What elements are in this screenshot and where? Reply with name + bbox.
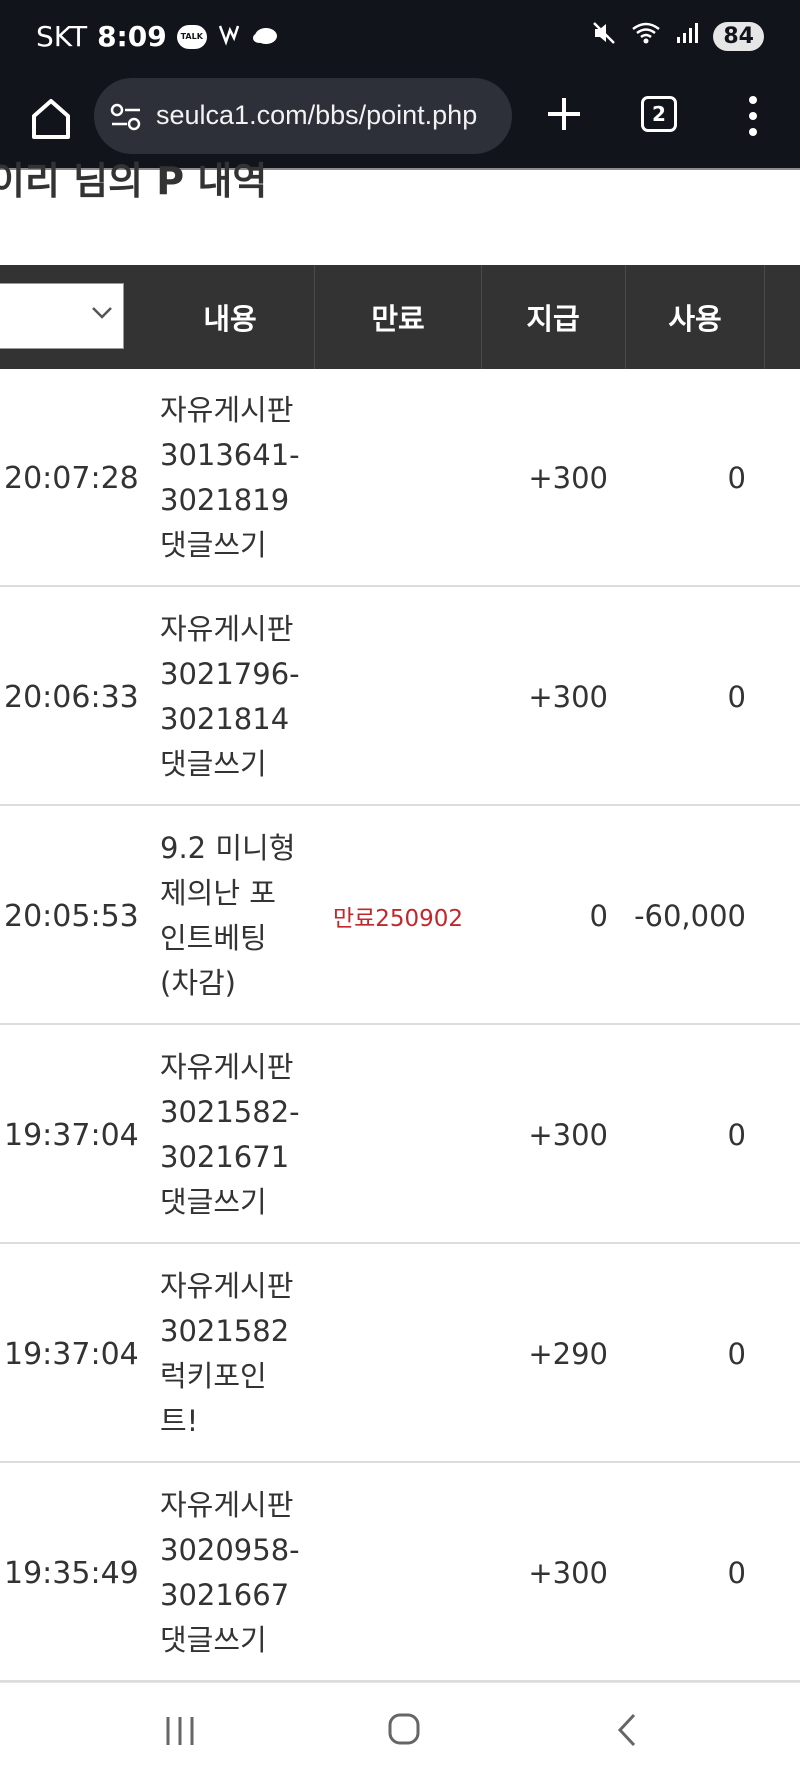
- row-content: 자유게시판 3021796- 3021814 댓글쓰기: [160, 588, 300, 806]
- home-icon[interactable]: [26, 94, 76, 144]
- content-line: 3021582-: [160, 1095, 300, 1129]
- content-line: 럭키포인: [160, 1359, 267, 1393]
- content-line: 자유게시판: [160, 1488, 294, 1522]
- status-bar: SKT 8:09 TALK 84: [0, 0, 800, 72]
- content-line: 3013641-: [160, 438, 300, 472]
- tab-count: 2: [652, 102, 666, 126]
- row-give: +300: [528, 1556, 608, 1590]
- status-right: 84: [591, 20, 764, 52]
- plus-icon[interactable]: [542, 92, 586, 136]
- row-use: 0: [727, 680, 746, 714]
- page-title: 이리 님의 P 내역: [0, 159, 268, 203]
- content-line: 9.2 미니형: [160, 831, 296, 865]
- row-give: 0: [589, 899, 608, 933]
- content-line: 댓글쓰기: [160, 528, 267, 562]
- site-settings-icon[interactable]: [110, 102, 142, 132]
- row-content: 자유게시판 3021582- 3021671 댓글쓰기: [160, 1026, 300, 1244]
- row-content: 자유게시판 3021582 럭키포인 트!: [160, 1245, 293, 1463]
- content-line: 댓글쓰기: [160, 747, 267, 781]
- cloud-icon: [251, 20, 279, 53]
- content-line: (차감): [160, 966, 236, 1000]
- chevron-down-icon: [92, 307, 112, 319]
- row-time: 19:37:04: [4, 1117, 139, 1153]
- content-line: 3020958-: [160, 1533, 300, 1567]
- talk-badge-text: TALK: [180, 32, 203, 41]
- row-time: 20:05:53: [4, 898, 139, 934]
- row-use: -60,000: [634, 899, 746, 933]
- row-time: 19:35:49: [4, 1555, 139, 1591]
- row-content: 자유게시판 3020958- 3021667 댓글쓰기: [160, 1464, 300, 1682]
- row-expire: [318, 1026, 478, 1244]
- clock: 8:09: [97, 20, 167, 53]
- recent-apps-icon[interactable]: [162, 1713, 198, 1753]
- header-content: 내용: [203, 302, 257, 336]
- home-circle-icon[interactable]: [386, 1711, 422, 1751]
- table-row: 19:37:04 자유게시판 3021582- 3021671 댓글쓰기 +30…: [0, 1026, 800, 1244]
- row-content: 9.2 미니형 제의난 포 인트베팅 (차감): [160, 807, 295, 1025]
- content-line: 자유게시판: [160, 1269, 294, 1303]
- row-give: +290: [528, 1337, 608, 1371]
- status-left: SKT 8:09 TALK: [36, 20, 279, 53]
- header-divider: [314, 265, 315, 369]
- wifi-icon: [631, 21, 661, 51]
- row-expire: 만료250902: [332, 906, 464, 932]
- content-line: 3021671: [160, 1140, 290, 1174]
- content-line: 댓글쓰기: [160, 1623, 267, 1657]
- tabs-icon[interactable]: 2: [641, 96, 677, 132]
- row-give: +300: [528, 680, 608, 714]
- table-header: 내용 만료 지급 사용: [0, 265, 800, 369]
- mute-icon: [591, 20, 617, 52]
- carrier-label: SKT: [36, 20, 88, 53]
- content-line: 3021667: [160, 1578, 290, 1612]
- header-expire: 만료: [371, 302, 425, 336]
- row-expire: [318, 369, 478, 587]
- row-give: +300: [528, 1118, 608, 1152]
- row-use: 0: [727, 1337, 746, 1371]
- date-select[interactable]: [0, 283, 124, 349]
- row-use: 0: [727, 461, 746, 495]
- row-time: 20:06:33: [4, 679, 139, 715]
- table-row: 20:05:53 9.2 미니형 제의난 포 인트베팅 (차감) 만료25090…: [0, 807, 800, 1025]
- content-line: 자유게시판: [160, 612, 294, 646]
- system-nav-bar: [0, 1682, 800, 1779]
- content-line: 3021814: [160, 702, 290, 736]
- row-use: 0: [727, 1118, 746, 1152]
- header-use: 사용: [668, 302, 722, 336]
- table-row: 19:37:04 자유게시판 3021582 럭키포인 트! +290 0: [0, 1245, 800, 1463]
- row-give: +300: [528, 461, 608, 495]
- row-time: 19:37:04: [4, 1336, 139, 1372]
- address-bar[interactable]: seulca1.com/bbs/point.php: [94, 78, 512, 154]
- back-icon[interactable]: [612, 1711, 642, 1753]
- content-line: 인트베팅: [160, 921, 267, 955]
- table-row: 20:06:33 자유게시판 3021796- 3021814 댓글쓰기 +30…: [0, 588, 800, 806]
- row-expire: [318, 1464, 478, 1682]
- signal-icon: [675, 21, 699, 51]
- content-line: 3021796-: [160, 657, 300, 691]
- header-give: 지급: [526, 302, 580, 336]
- row-time: 20:07:28: [4, 460, 139, 496]
- table-row: 19:35:49 자유게시판 3020958- 3021667 댓글쓰기 +30…: [0, 1464, 800, 1682]
- battery-indicator: 84: [713, 21, 764, 51]
- header-divider: [764, 265, 765, 369]
- content-line: 트!: [160, 1404, 199, 1438]
- more-icon[interactable]: [744, 92, 762, 140]
- vpn-icon: [217, 20, 241, 53]
- content-line: 자유게시판: [160, 393, 294, 427]
- row-expire: [318, 588, 478, 806]
- content-line: 자유게시판: [160, 1050, 294, 1084]
- content-line: 3021819: [160, 483, 290, 517]
- content-line: 제의난 포: [160, 876, 276, 910]
- row-content: 자유게시판 3013641- 3021819 댓글쓰기: [160, 369, 300, 587]
- kakaotalk-icon: TALK: [176, 24, 207, 49]
- url-text[interactable]: seulca1.com/bbs/point.php: [156, 100, 477, 131]
- content-line: 댓글쓰기: [160, 1185, 267, 1219]
- row-use: 0: [727, 1556, 746, 1590]
- table-row: 20:07:28 자유게시판 3013641- 3021819 댓글쓰기 +30…: [0, 369, 800, 587]
- row-expire: [318, 1245, 478, 1463]
- content-line: 3021582: [160, 1314, 290, 1348]
